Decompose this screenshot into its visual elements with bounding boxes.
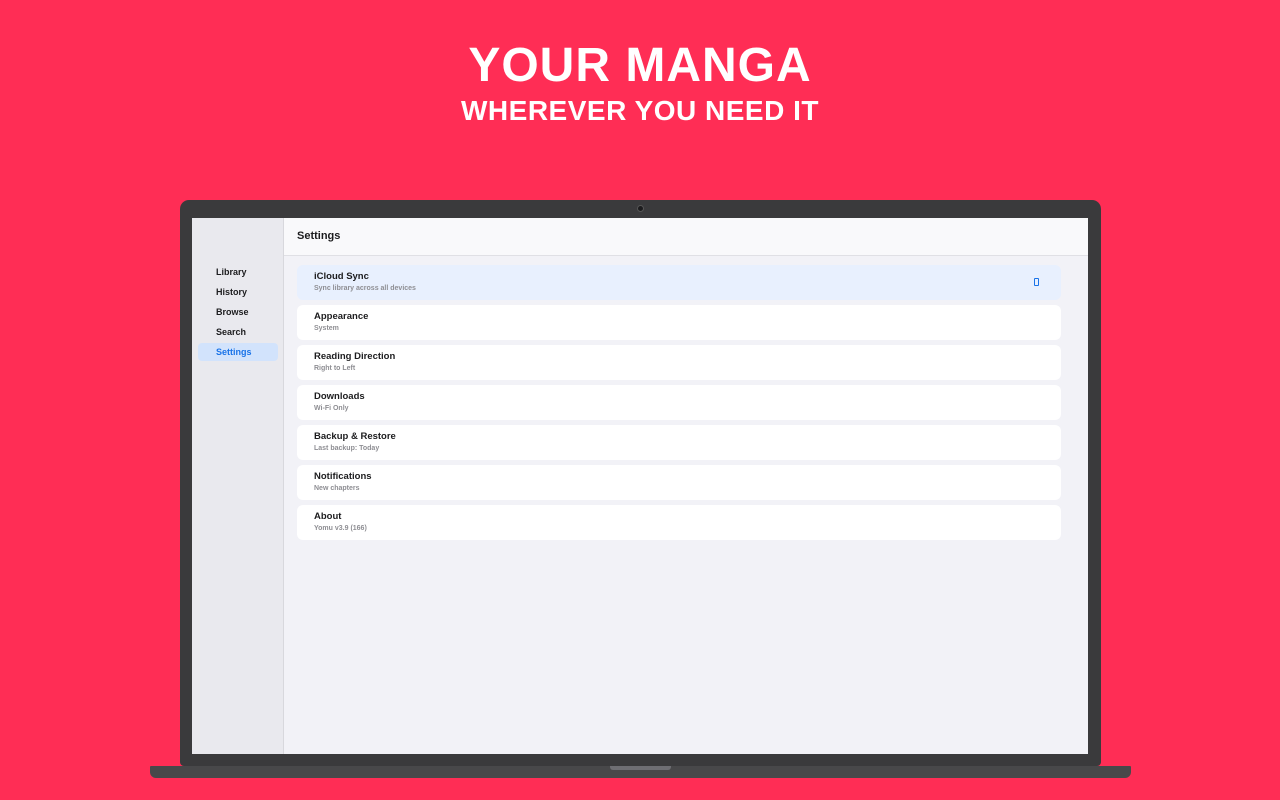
setting-subtitle: Yomu v3.9 (166) [314,525,367,532]
hero-headline: YOUR MANGA [468,39,812,92]
setting-row-about[interactable]: About Yomu v3.9 (166) [297,505,1061,540]
sidebar-item-history[interactable]: History [198,283,278,301]
setting-row-notifications[interactable]: Notifications New chapters [297,465,1061,500]
title-bar: Settings [284,218,1088,256]
setting-title: About [314,511,342,522]
setting-row-reading-direction[interactable]: Reading Direction Right to Left [297,345,1061,380]
laptop-base [150,766,1131,778]
toggle-icon[interactable] [1034,278,1039,286]
setting-title: Notifications [314,471,372,482]
sidebar-item-search[interactable]: Search [198,323,278,341]
app-window: Library History Browse Search Settings S… [192,218,1088,754]
setting-title: Appearance [314,311,369,322]
setting-row-icloud-sync[interactable]: iCloud Sync Sync library across all devi… [297,265,1061,300]
hero-subline: WHEREVER YOU NEED IT [461,95,819,126]
setting-subtitle: New chapters [314,485,360,492]
camera-icon [637,205,644,212]
sidebar-item-library[interactable]: Library [198,263,278,281]
setting-subtitle: Wi-Fi Only [314,405,349,412]
setting-subtitle: Last backup: Today [314,445,380,452]
sidebar-item-browse[interactable]: Browse [198,303,278,321]
setting-row-backup-restore[interactable]: Backup & Restore Last backup: Today [297,425,1061,460]
laptop-notch [610,766,671,770]
setting-title: iCloud Sync [314,271,369,282]
setting-subtitle: Sync library across all devices [314,285,416,292]
laptop-frame: Library History Browse Search Settings S… [180,200,1101,766]
setting-row-appearance[interactable]: Appearance System [297,305,1061,340]
sidebar-nav: Library History Browse Search Settings [198,263,278,363]
settings-list: iCloud Sync Sync library across all devi… [297,265,1061,545]
setting-subtitle: Right to Left [314,365,356,372]
setting-title: Backup & Restore [314,431,396,442]
main-content: Settings iCloud Sync Sync library across… [284,218,1088,754]
setting-title: Reading Direction [314,351,396,362]
page-title: Settings [297,230,341,242]
sidebar: Library History Browse Search Settings [192,218,284,754]
sidebar-item-settings[interactable]: Settings [198,343,278,361]
setting-row-downloads[interactable]: Downloads Wi-Fi Only [297,385,1061,420]
setting-subtitle: System [314,325,339,332]
setting-title: Downloads [314,391,365,402]
